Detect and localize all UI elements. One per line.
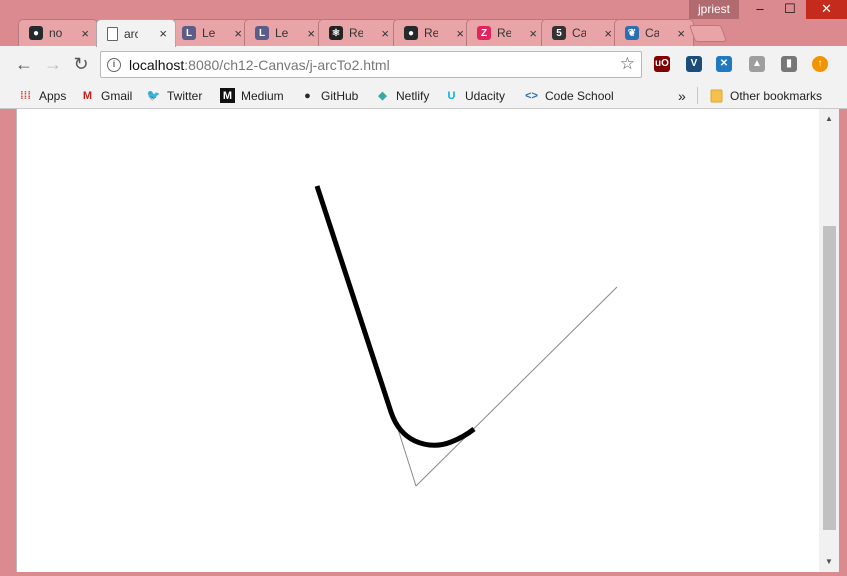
bookmark-label: Gmail — [101, 88, 133, 103]
bookmark-code-school[interactable]: <> Code School — [524, 87, 614, 104]
tab-4[interactable]: ⚛ Re × — [318, 19, 398, 46]
tab-label: Ca — [645, 26, 659, 40]
bookmarks-divider — [697, 87, 698, 104]
bookmark-label: Netlify — [396, 88, 430, 103]
nz-icon: Z — [477, 26, 491, 40]
bookmark-apps[interactable]: ⁞⁞⁞ Apps — [18, 87, 66, 104]
minimize-button[interactable]: ‒ — [745, 0, 775, 19]
github-icon: ● — [304, 89, 311, 102]
drive-icon[interactable]: ▲ — [749, 56, 765, 72]
window-frame-bottom — [0, 572, 847, 576]
github-icon: ● — [404, 26, 418, 40]
page-icon — [107, 26, 118, 41]
tab-5[interactable]: ● Re × — [393, 19, 473, 46]
close-tab-icon[interactable]: × — [234, 26, 242, 41]
tab-0[interactable]: ● no × — [18, 19, 98, 46]
address-bar[interactable]: i localhost:8080/ch12-Canvas/j-arcTo2.ht… — [100, 51, 642, 78]
forward-button[interactable]: → — [43, 55, 63, 75]
drawing-canvas — [314, 185, 618, 487]
window-frame-right — [839, 109, 847, 576]
close-tab-icon[interactable]: × — [81, 26, 89, 41]
tab-6[interactable]: Z Re × — [466, 19, 546, 46]
bookmark-label: Code School — [545, 88, 614, 103]
tab-label: Re — [349, 26, 363, 40]
gmail-icon: M — [82, 89, 93, 102]
lesson-icon: L — [182, 26, 196, 40]
maximize-button[interactable]: ☐ — [775, 0, 805, 19]
reload-button[interactable]: ↻ — [71, 55, 91, 75]
tab-label: arc — [124, 26, 138, 41]
vue-devtools-icon[interactable]: V — [686, 56, 702, 72]
close-tab-icon[interactable]: × — [159, 26, 167, 41]
url-path: :8080/ch12-Canvas/j-arcTo2.html — [184, 56, 390, 73]
tab-label: Re — [424, 26, 438, 40]
guide-line-right — [415, 286, 618, 487]
bookmark-netlify[interactable]: ◆ Netlify — [375, 87, 429, 104]
arc-stroke — [314, 185, 476, 448]
folder-icon — [709, 88, 724, 103]
netlify-icon: ◆ — [378, 90, 387, 102]
bookmarks-bar: ⁞⁞⁞ Apps M Gmail 🐦 Twitter M Medium ● GitHub ◆ Netl… — [0, 82, 847, 109]
close-tab-icon[interactable]: × — [604, 26, 612, 41]
code-school-icon: <> — [525, 89, 538, 102]
close-tab-icon[interactable]: × — [677, 26, 685, 41]
update-icon[interactable]: ↑ — [812, 56, 828, 72]
ublock-icon[interactable]: uO — [654, 56, 670, 72]
bookmark-label: Udacity — [465, 88, 506, 103]
new-tab-button[interactable] — [688, 25, 728, 42]
bookmark-gmail[interactable]: M Gmail — [80, 87, 132, 104]
close-tab-icon[interactable]: × — [529, 26, 537, 41]
medium-icon: M — [220, 88, 235, 103]
bookmark-label: Twitter — [167, 88, 203, 103]
close-tab-icon[interactable]: × — [456, 26, 464, 41]
xcode-icon[interactable]: ✕ — [716, 56, 732, 72]
tab-label: no — [49, 26, 63, 40]
scroll-down-arrow[interactable]: ▼ — [819, 554, 839, 570]
tab-label: Le — [275, 26, 289, 40]
bookmark-github[interactable]: ● GitHub — [300, 87, 358, 104]
tab-1[interactable]: arc × — [96, 19, 176, 47]
back-button[interactable]: ← — [14, 55, 34, 75]
tab-3[interactable]: L Le × — [244, 19, 324, 46]
scroll-thumb[interactable] — [823, 226, 836, 530]
close-tab-icon[interactable]: × — [307, 26, 315, 41]
tab-label: Le — [202, 26, 216, 40]
tab-label: Ca — [572, 26, 586, 40]
bookmark-medium[interactable]: M Medium — [220, 87, 284, 104]
bookmark-twitter[interactable]: 🐦 Twitter — [146, 87, 203, 104]
bird-icon: ❦ — [625, 26, 639, 40]
five-icon: 5 — [552, 26, 566, 40]
bookmark-label: Medium — [241, 88, 284, 103]
twitter-icon: 🐦 — [146, 90, 161, 102]
udacity-icon: U — [447, 89, 456, 102]
scroll-up-arrow[interactable]: ▲ — [819, 111, 839, 127]
bookmark-star-icon[interactable]: ☆ — [620, 54, 635, 74]
tab-2[interactable]: L Le × — [171, 19, 251, 46]
github-icon: ● — [29, 26, 43, 40]
bookmark-label: Apps — [39, 88, 67, 103]
lesson-icon: L — [255, 26, 269, 40]
url-host: localhost — [129, 56, 185, 73]
window-frame-left — [0, 109, 16, 576]
other-bookmarks-label: Other bookmarks — [730, 88, 823, 103]
info-icon[interactable]: i — [107, 57, 121, 72]
bookmark-udacity[interactable]: U Udacity — [444, 87, 506, 104]
page-action-icon[interactable]: ▮ — [781, 56, 797, 72]
profile-badge[interactable]: jpriest — [689, 0, 739, 19]
bookmark-label: GitHub — [321, 88, 359, 103]
tab-7[interactable]: 5 Ca × — [541, 19, 621, 46]
bookmarks-overflow-button[interactable]: » — [678, 87, 686, 104]
tab-8[interactable]: ❦ Ca × — [614, 19, 694, 46]
tab-label: Re — [497, 26, 511, 40]
vertical-scrollbar[interactable]: ▲ ▼ — [819, 109, 839, 572]
react-icon: ⚛ — [329, 26, 343, 40]
other-bookmarks[interactable]: Other bookmarks — [709, 87, 822, 104]
close-tab-icon[interactable]: × — [381, 26, 389, 41]
page-content — [16, 109, 819, 572]
browser-toolbar: ← → ↻ i localhost:8080/ch12-Canvas/j-arc… — [0, 46, 847, 82]
close-window-button[interactable]: ✕ — [806, 0, 847, 19]
apps-icon: ⁞⁞⁞ — [20, 89, 31, 102]
